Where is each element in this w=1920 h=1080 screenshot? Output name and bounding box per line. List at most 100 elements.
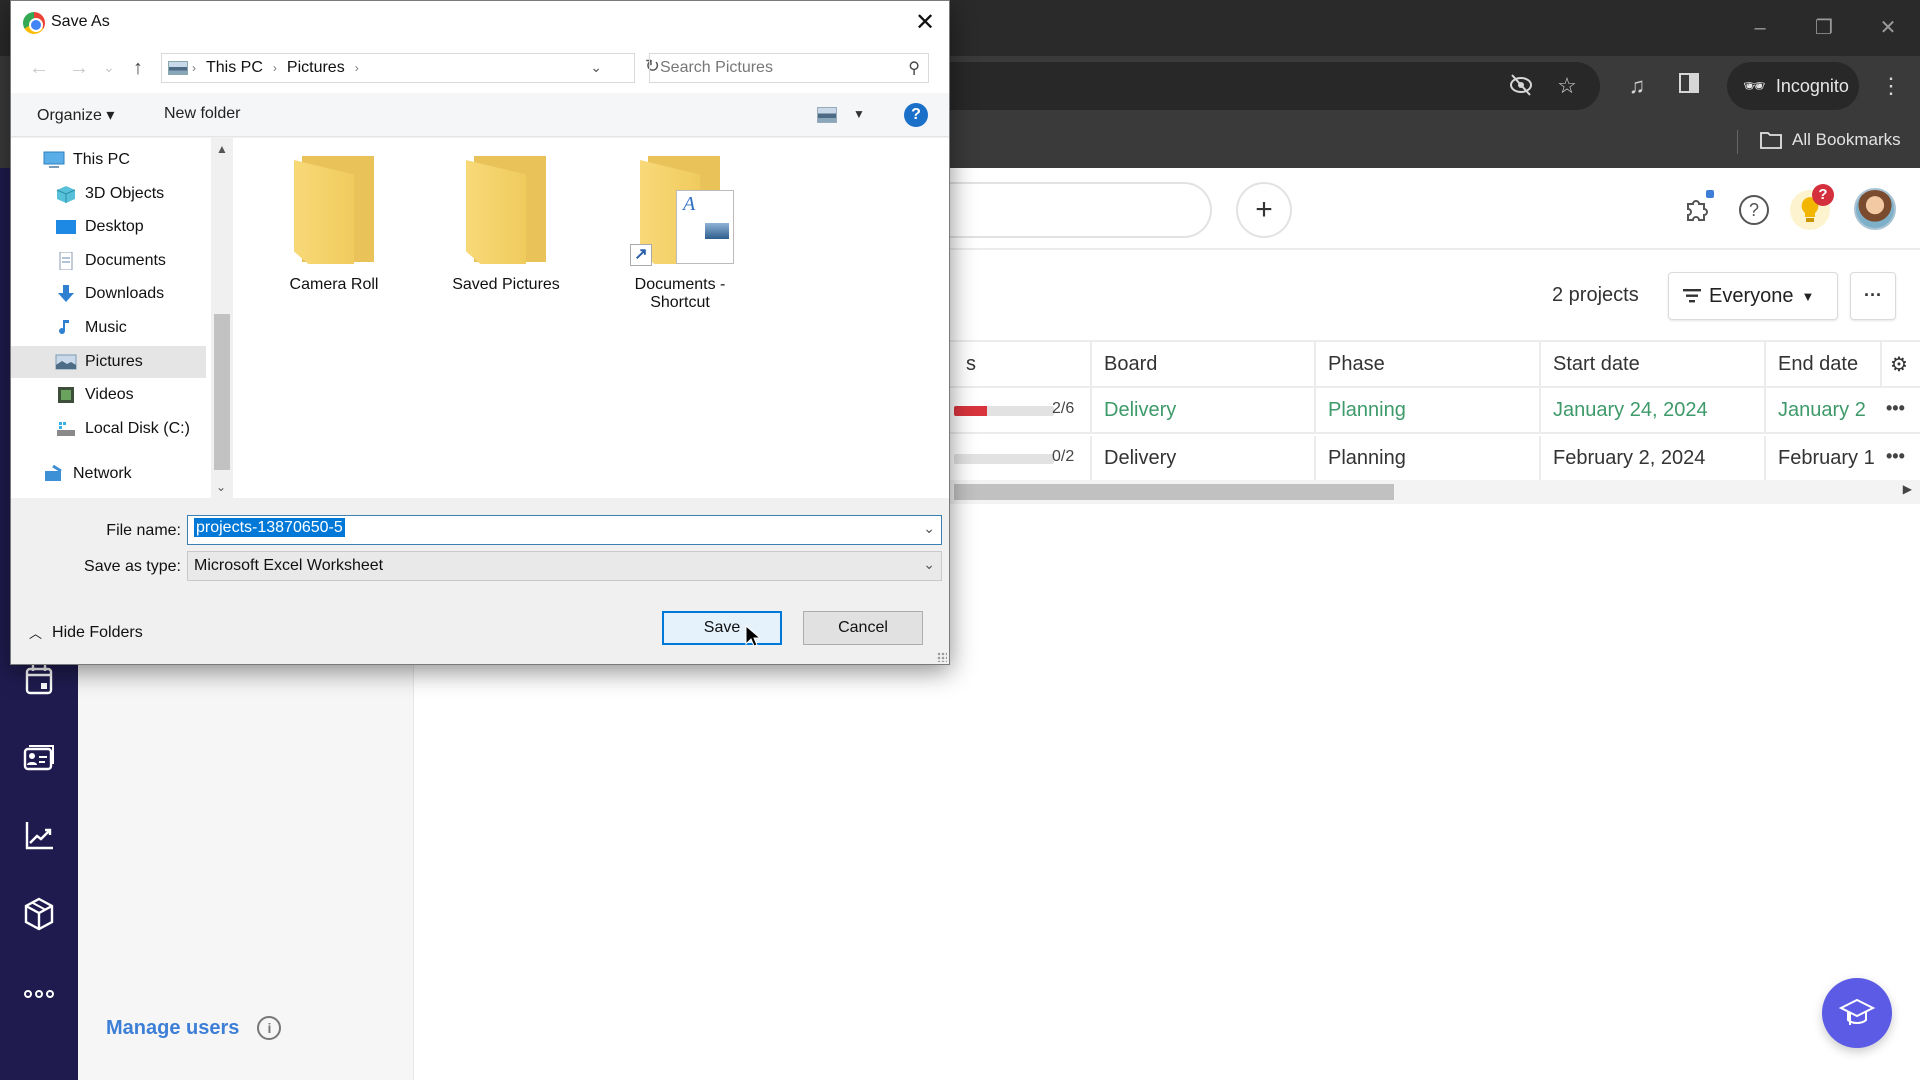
more-icon[interactable]: [19, 974, 59, 1014]
more-options-button[interactable]: ···: [1850, 272, 1896, 320]
tree-item-videos[interactable]: Videos: [11, 379, 206, 411]
view-dropdown-icon[interactable]: ▼: [853, 107, 865, 121]
manage-users-link[interactable]: Manage users i: [106, 1016, 282, 1040]
contacts-card-icon[interactable]: [19, 738, 59, 778]
calendar-icon[interactable]: [19, 660, 59, 700]
add-button[interactable]: +: [1236, 182, 1292, 238]
scroll-up-icon[interactable]: ▲: [216, 142, 228, 156]
view-options-icon[interactable]: [817, 107, 837, 123]
recent-locations-icon[interactable]: ⌄: [103, 59, 115, 76]
column-header-start-date[interactable]: Start date: [1539, 342, 1765, 386]
dialog-close-button[interactable]: ✕: [909, 7, 941, 39]
tree-item-network[interactable]: Network: [11, 458, 206, 490]
dialog-command-bar: Organize ▾ New folder ▼ ?: [11, 93, 949, 137]
hide-folders-button[interactable]: ︿ Hide Folders: [29, 623, 143, 642]
row-more-icon[interactable]: •••: [1886, 398, 1905, 419]
eye-slash-icon[interactable]: [1506, 71, 1536, 101]
progress-bar: [954, 406, 1054, 416]
resize-grip[interactable]: [937, 652, 947, 662]
column-header-end-date[interactable]: End date: [1764, 342, 1894, 386]
file-label: Saved Pictures: [452, 276, 560, 293]
incognito-button[interactable]: 🕶 Incognito: [1727, 62, 1859, 110]
tree-item-label: Videos: [85, 386, 134, 403]
chart-line-icon[interactable]: [19, 816, 59, 856]
scroll-down-icon[interactable]: ⌄: [216, 480, 226, 494]
end-date-cell[interactable]: January 2: [1764, 388, 1894, 432]
up-arrow-icon[interactable]: ↑: [133, 57, 143, 80]
folder-item-camera-roll[interactable]: Camera Roll: [264, 156, 404, 294]
tree-item-downloads[interactable]: Downloads: [11, 278, 206, 310]
folder-tree-scrollbar[interactable]: ▲ ⌄: [211, 138, 233, 498]
breadcrumb-pictures[interactable]: Pictures: [287, 59, 345, 77]
file-name-input[interactable]: projects-13870650-5 ⌄: [187, 515, 942, 545]
academy-fab-button[interactable]: [1822, 978, 1892, 1048]
info-icon[interactable]: i: [257, 1016, 282, 1040]
chevron-down-icon[interactable]: ⌄: [923, 520, 935, 537]
tree-item-label: Local Disk (C:): [85, 420, 190, 437]
column-header-phase[interactable]: Phase: [1314, 342, 1540, 386]
scrollbar-thumb[interactable]: [954, 484, 1394, 500]
address-dropdown-icon[interactable]: ⌄: [590, 59, 602, 76]
organize-button[interactable]: Organize ▾: [37, 105, 114, 125]
package-box-icon[interactable]: [19, 894, 59, 934]
tree-item-pictures[interactable]: Pictures: [11, 346, 206, 378]
column-header-status[interactable]: s: [954, 342, 1100, 386]
board-cell[interactable]: Delivery: [1090, 388, 1316, 432]
shortcut-arrow-icon: ↗: [630, 244, 652, 266]
shortcut-item-documents[interactable]: A ↗ Documents - Shortcut: [609, 156, 751, 312]
save-button[interactable]: Save: [662, 611, 782, 645]
minimize-button[interactable]: –: [1740, 14, 1780, 42]
chevron-down-icon[interactable]: ⌄: [923, 556, 935, 573]
integrations-puzzle-icon[interactable]: [1676, 190, 1716, 230]
tree-item-3d-objects[interactable]: 3D Objects: [11, 178, 206, 210]
tree-item-this-pc[interactable]: This PC: [11, 144, 206, 176]
tree-item-documents[interactable]: Documents: [11, 245, 206, 277]
close-window-button[interactable]: ✕: [1868, 14, 1908, 42]
help-icon[interactable]: ?: [1734, 190, 1774, 230]
restore-button[interactable]: ❐: [1804, 14, 1844, 42]
phase-cell[interactable]: Planning: [1314, 436, 1540, 480]
browser-menu-icon[interactable]: ⋮: [1876, 71, 1906, 101]
document-icon: [55, 252, 85, 270]
media-icon[interactable]: ♫: [1622, 71, 1652, 101]
user-avatar[interactable]: [1854, 188, 1896, 230]
board-cell[interactable]: Delivery: [1090, 436, 1316, 480]
breadcrumb-separator: ›: [354, 61, 359, 75]
column-settings-gear-icon[interactable]: ⚙: [1880, 342, 1920, 386]
forward-arrow-icon[interactable]: →: [69, 57, 89, 80]
side-panel-icon[interactable]: [1674, 71, 1704, 101]
dialog-titlebar: Save As ✕: [11, 1, 949, 45]
start-date-cell[interactable]: February 2, 2024: [1539, 436, 1765, 480]
download-icon: [55, 285, 85, 303]
everyone-filter-button[interactable]: Everyone ▼: [1668, 272, 1838, 320]
scrollbar-thumb[interactable]: [214, 314, 230, 470]
save-as-type-select[interactable]: Microsoft Excel Worksheet ⌄: [187, 551, 942, 581]
projects-count: 2 projects: [1552, 284, 1639, 306]
breadcrumb-this-pc[interactable]: This PC: [206, 59, 263, 77]
search-pictures-input[interactable]: Search Pictures ⚲: [649, 53, 929, 83]
column-header-board[interactable]: Board: [1090, 342, 1316, 386]
notification-dot: [1706, 190, 1714, 198]
row-more-icon[interactable]: •••: [1886, 446, 1905, 467]
end-date-cell[interactable]: February 1: [1764, 436, 1894, 480]
tree-item-local-disk-c[interactable]: Local Disk (C:): [11, 413, 206, 445]
dialog-title: Save As: [51, 13, 110, 30]
lightbulb-icon[interactable]: ?: [1790, 184, 1834, 230]
back-arrow-icon[interactable]: ←: [29, 57, 49, 80]
all-bookmarks-button[interactable]: All Bookmarks: [1760, 130, 1901, 150]
cancel-button[interactable]: Cancel: [803, 611, 923, 645]
scroll-right-arrow-icon[interactable]: ▶: [1903, 482, 1912, 496]
search-icon: ⚲: [908, 60, 920, 77]
dialog-help-icon[interactable]: ?: [904, 103, 928, 127]
folder-item-saved-pictures[interactable]: Saved Pictures: [436, 156, 576, 294]
tree-item-desktop[interactable]: Desktop: [11, 211, 206, 243]
start-date-cell[interactable]: January 24, 2024: [1539, 388, 1765, 432]
address-breadcrumb[interactable]: › This PC › Pictures › ⌄ ↻: [161, 53, 660, 83]
file-view: Camera Roll Saved Pictures A ↗ Documents…: [233, 138, 949, 498]
new-folder-button[interactable]: New folder: [164, 105, 240, 123]
tree-item-music[interactable]: Music: [11, 312, 206, 344]
phase-cell[interactable]: Planning: [1314, 388, 1540, 432]
hide-folders-label: Hide Folders: [52, 623, 143, 641]
picture-icon: [55, 353, 85, 371]
star-icon[interactable]: ☆: [1552, 71, 1582, 101]
